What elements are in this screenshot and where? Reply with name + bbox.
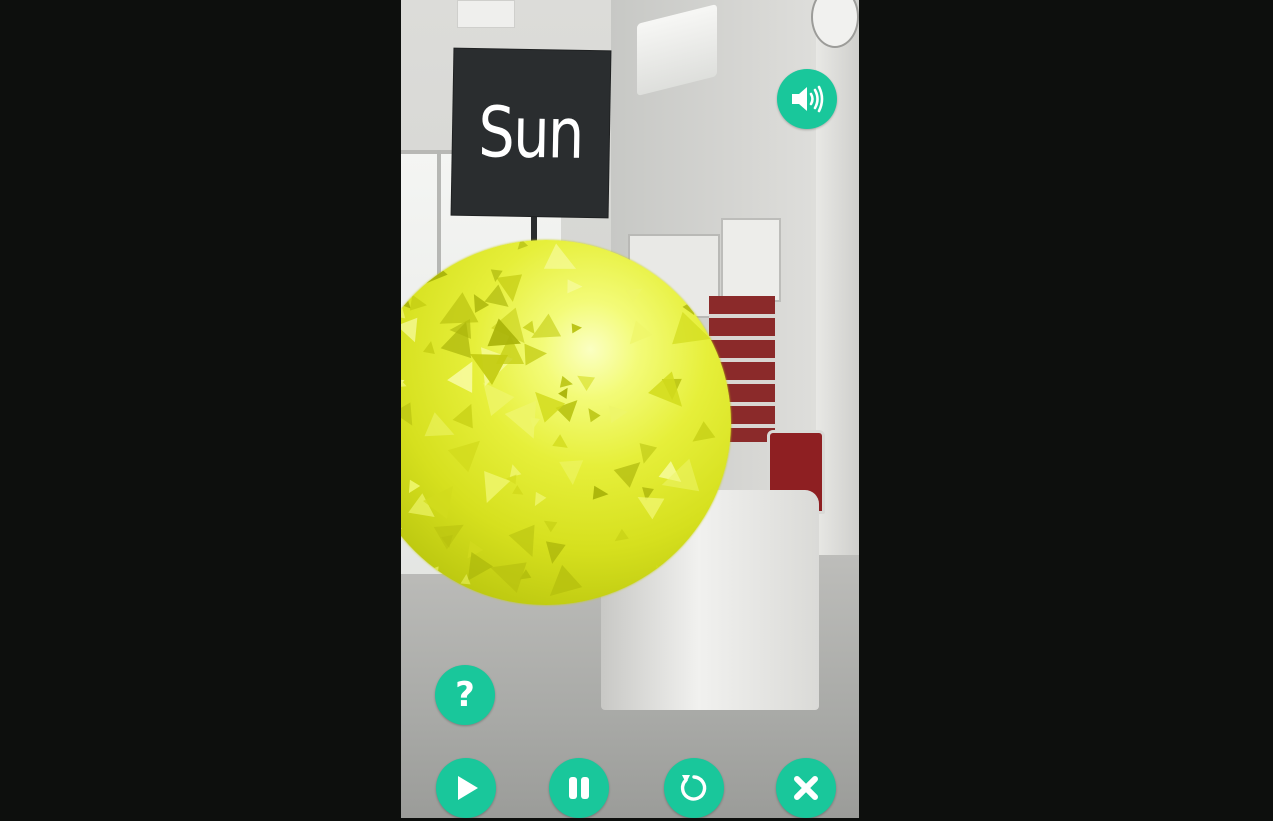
sun-surface-shard <box>559 460 585 486</box>
pause-icon <box>564 773 594 803</box>
sun-surface-shard <box>631 486 665 520</box>
sun-surface-shard <box>409 294 429 314</box>
sun-surface-shard <box>512 485 526 499</box>
sun-surface-shard <box>634 443 658 466</box>
sun-surface-shard <box>583 404 601 423</box>
sun-surface-shard <box>608 402 630 424</box>
sun-surface-shard <box>571 322 583 334</box>
sun-surface-shard <box>539 564 583 605</box>
sound-button[interactable] <box>777 69 837 129</box>
speaker-icon <box>789 84 825 114</box>
sun-surface-shard <box>648 371 694 418</box>
sun-surface-shard <box>423 340 437 354</box>
sun-surface-shard <box>401 402 421 431</box>
planet-name-sign: Sun <box>451 48 611 218</box>
close-icon <box>791 773 821 803</box>
sun-surface-shard <box>460 573 472 585</box>
help-button[interactable]: ? <box>435 665 495 725</box>
replay-icon <box>677 771 711 805</box>
sun-surface-shard <box>403 479 421 497</box>
planet-name-label: Sun <box>478 91 584 175</box>
sun-surface-shard <box>572 368 596 392</box>
sun-surface-shard <box>489 269 503 283</box>
sun-surface-shard <box>508 524 546 563</box>
pause-button[interactable] <box>549 758 609 818</box>
sun-surface-shard <box>656 458 700 502</box>
play-button[interactable] <box>436 758 496 818</box>
sun-surface-shard <box>552 434 572 454</box>
replay-button[interactable] <box>664 758 724 818</box>
sun-surface-shard <box>625 282 647 303</box>
sun-surface-shard <box>611 528 629 547</box>
question-icon: ? <box>455 675 475 715</box>
sun-surface-shard <box>401 317 426 347</box>
ar-camera-view: Sun ? <box>401 0 859 818</box>
sun-surface-shard <box>433 513 471 550</box>
sun-surface-shard <box>528 417 540 430</box>
sun-surface-shard <box>543 243 583 282</box>
sun-surface-shard <box>513 240 529 254</box>
sun-surface-shard <box>621 320 653 352</box>
sun-surface-shard <box>542 541 566 566</box>
sun-surface-shard <box>686 421 716 450</box>
sun-surface-shard <box>529 491 547 510</box>
sun-surface-shard <box>567 279 583 294</box>
sun-surface-shard <box>401 502 402 531</box>
sun-surface-shard <box>592 485 610 502</box>
sun-surface-shard <box>447 429 491 473</box>
sun-surface-shard <box>540 515 558 533</box>
sun-surface-shard <box>524 342 548 366</box>
sun-surface-shard <box>473 470 511 509</box>
play-icon <box>451 773 481 803</box>
close-button[interactable] <box>776 758 836 818</box>
